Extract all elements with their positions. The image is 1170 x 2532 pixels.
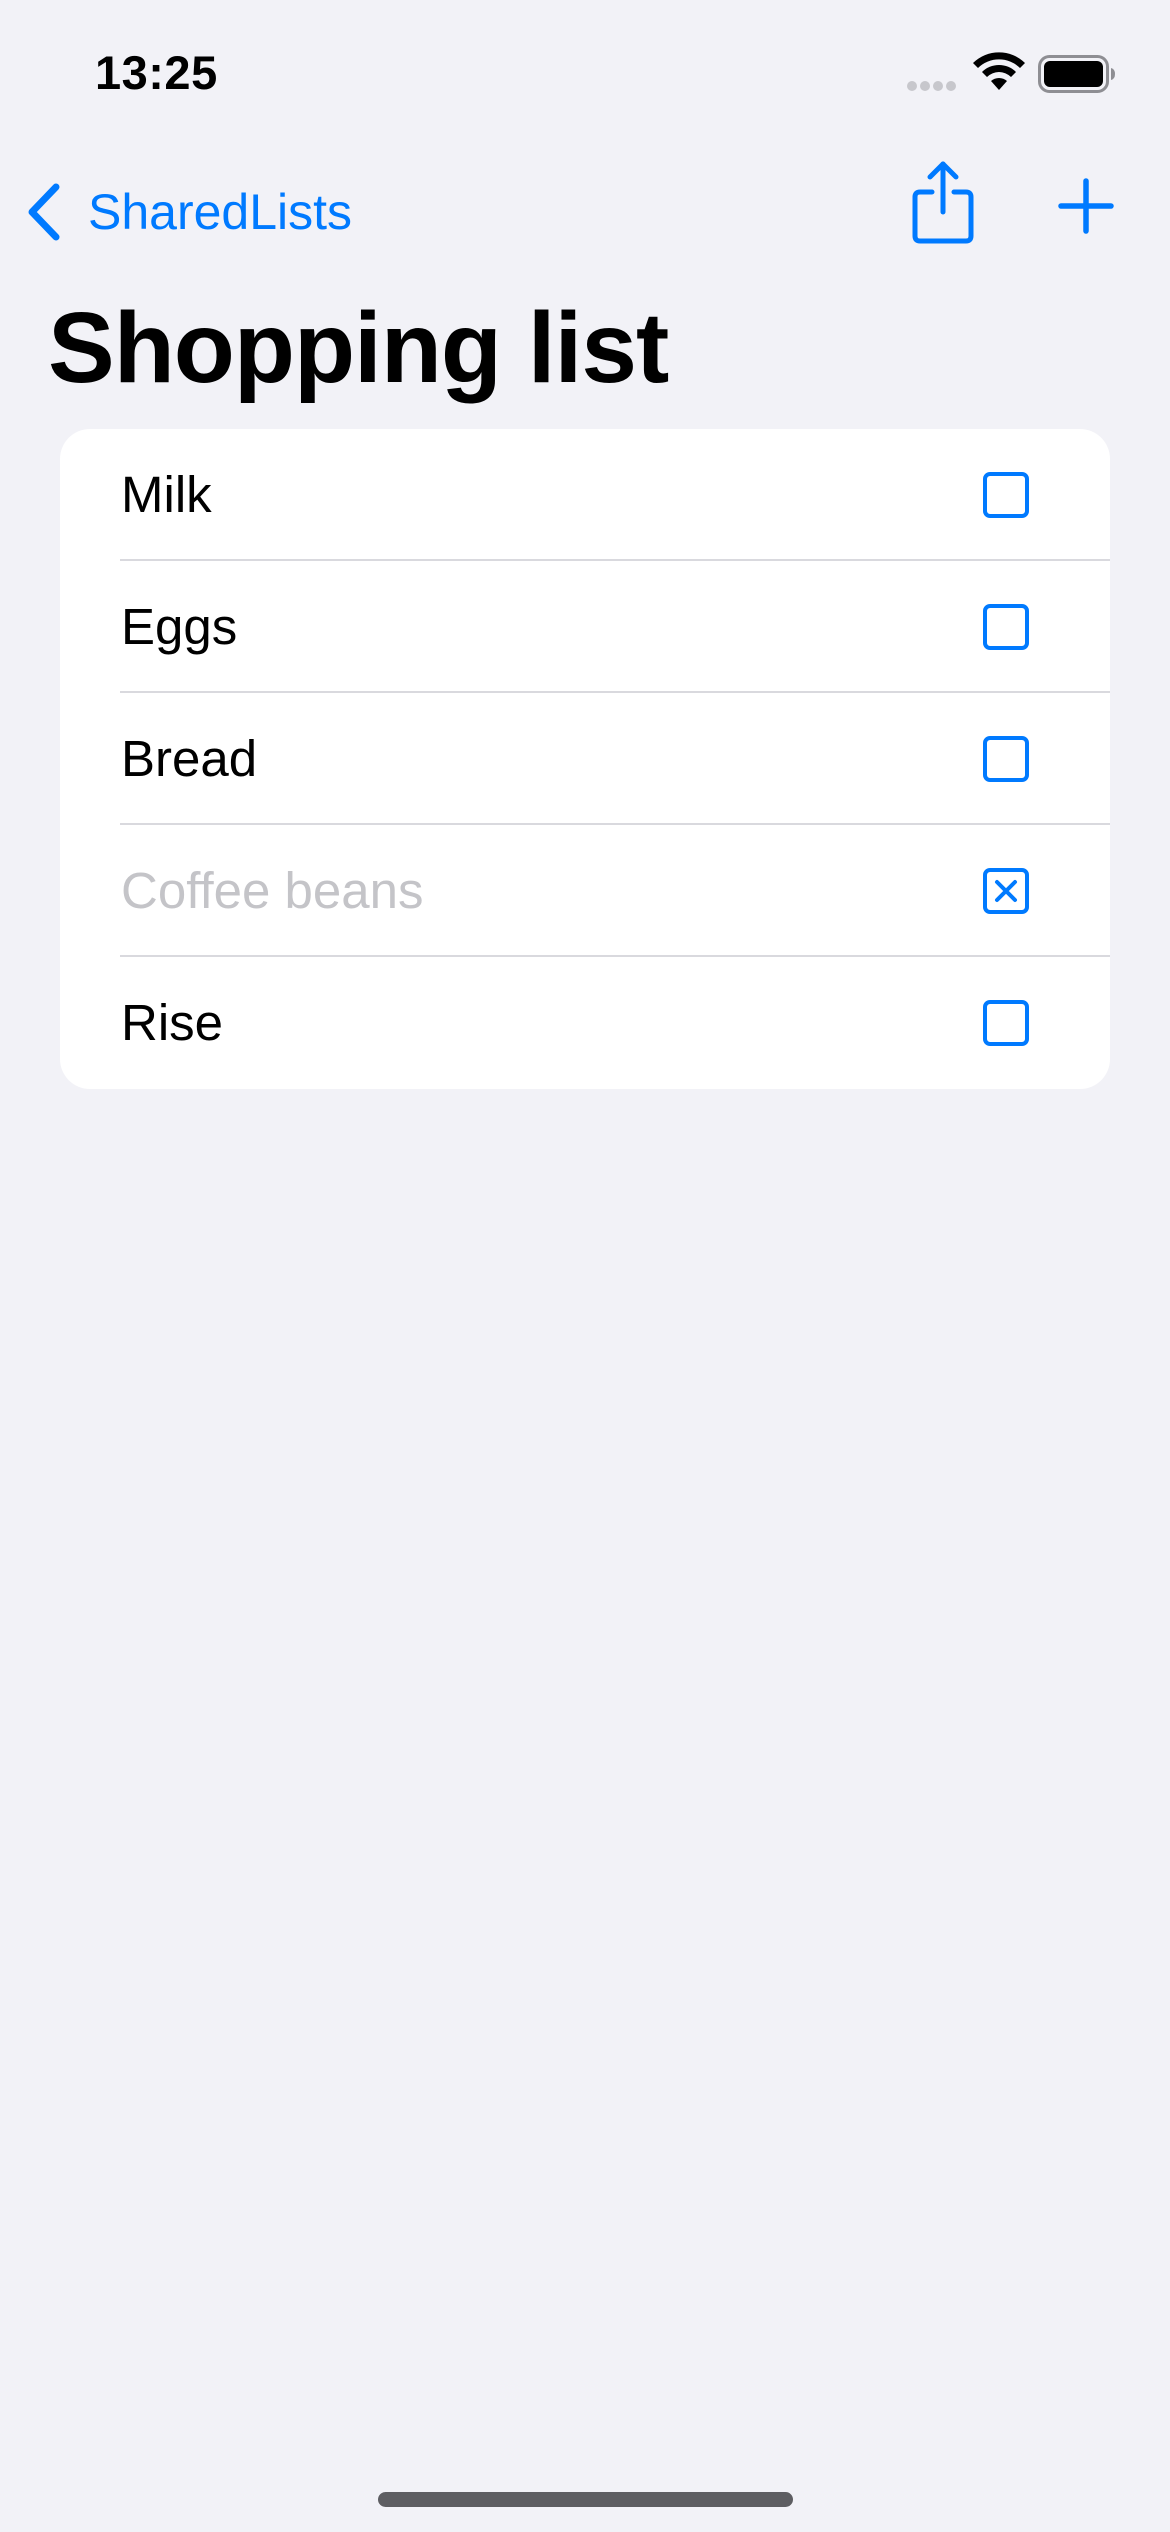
list-item[interactable]: Eggs xyxy=(60,561,1110,693)
cellular-signal-icon xyxy=(907,81,956,91)
list-item[interactable]: Milk xyxy=(60,429,1110,561)
plus-icon[interactable] xyxy=(1058,178,1114,234)
status-bar: 13:25 xyxy=(0,0,1170,150)
list-item[interactable]: Bread xyxy=(60,693,1110,825)
item-label: Eggs xyxy=(121,598,238,655)
battery-icon xyxy=(1038,55,1115,93)
status-time: 13:25 xyxy=(95,46,218,99)
share-icon[interactable] xyxy=(910,160,976,246)
checkbox-unchecked-icon[interactable] xyxy=(983,1000,1029,1046)
checkbox-unchecked-icon[interactable] xyxy=(983,736,1029,782)
item-label: Bread xyxy=(121,730,258,787)
chevron-left-icon xyxy=(28,183,60,241)
item-label: Milk xyxy=(121,466,212,523)
back-button-label: SharedLists xyxy=(88,184,353,240)
home-indicator[interactable] xyxy=(378,2492,793,2507)
navigation-bar: SharedLists xyxy=(0,160,1170,260)
checkbox-unchecked-icon[interactable] xyxy=(983,604,1029,650)
back-button[interactable]: SharedLists xyxy=(24,172,352,252)
checkbox-unchecked-icon[interactable] xyxy=(983,472,1029,518)
checkbox-checked-icon[interactable] xyxy=(983,868,1029,914)
wifi-icon xyxy=(973,52,1025,90)
item-label: Rise xyxy=(121,994,224,1051)
list-item[interactable]: Coffee beans xyxy=(60,825,1110,957)
shopping-list: Milk Eggs Bread Coffee beans Rise xyxy=(60,429,1110,1089)
list-item[interactable]: Rise xyxy=(60,957,1110,1089)
item-label: Coffee beans xyxy=(121,862,424,919)
page-title: Shopping list xyxy=(48,292,669,404)
